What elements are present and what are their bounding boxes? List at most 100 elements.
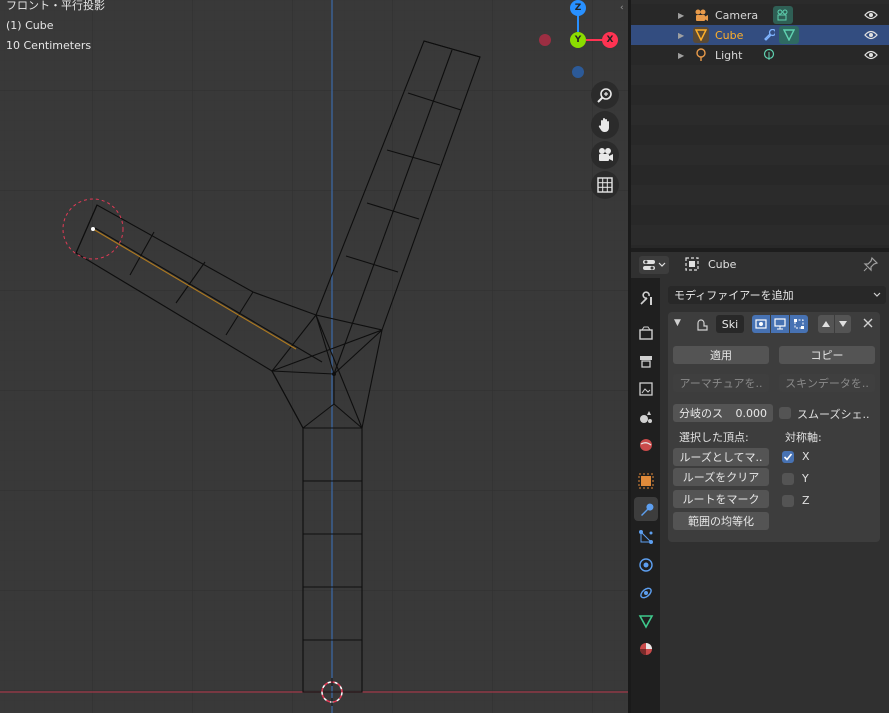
3d-viewport[interactable]: フロント・平行投影 (1) Cube 10 Centimeters Z Y X	[0, 0, 628, 713]
light-icon	[693, 47, 709, 63]
mesh-object-icon	[693, 27, 709, 43]
tab-view-layer[interactable]	[634, 377, 658, 401]
render-toggle[interactable]	[790, 315, 808, 333]
visibility-eye-icon[interactable]	[863, 7, 879, 23]
symmetry-y-label: Y	[802, 472, 809, 485]
outliner[interactable]: ▶ Camera ▶ Cube ▶ Light	[631, 0, 889, 248]
smooth-shading-label: スムーズシェ..	[797, 408, 870, 421]
outliner-item-cube[interactable]: ▶ Cube	[631, 25, 889, 45]
grid-icon	[597, 177, 613, 193]
mark-root-button[interactable]: ルートをマーク	[673, 490, 769, 508]
tab-tool[interactable]	[634, 287, 658, 311]
equalize-radii-button[interactable]: 範囲の均等化	[673, 512, 769, 530]
symmetry-x-checkbox[interactable]	[782, 451, 794, 463]
active-object-label: (1) Cube	[6, 19, 54, 32]
ortho-toggle-button[interactable]	[591, 171, 619, 199]
camera-view-button[interactable]	[591, 141, 619, 169]
camera-icon	[693, 7, 709, 23]
expand-arrow-icon[interactable]: ▶	[678, 51, 684, 60]
viewport-scene[interactable]	[0, 0, 628, 713]
tab-material[interactable]	[634, 637, 658, 661]
scale-label: 10 Centimeters	[6, 39, 92, 52]
world-icon	[640, 439, 652, 451]
object-name: Cube	[708, 258, 737, 271]
tab-render[interactable]	[634, 321, 658, 345]
viewport-toggle[interactable]	[771, 315, 789, 333]
create-skin-data-button[interactable]: スキンデータを..	[779, 374, 875, 392]
smooth-shading-checkbox[interactable]	[779, 407, 791, 419]
tab-particles[interactable]	[634, 525, 658, 549]
tool-icon	[640, 291, 652, 305]
material-icon	[640, 643, 652, 655]
gizmo-neg-x-axis[interactable]	[539, 34, 551, 46]
particles-icon	[639, 530, 653, 544]
gizmo-neg-z-axis[interactable]	[572, 66, 584, 78]
branch-smoothing-field[interactable]: 分岐のス 0.000	[673, 404, 773, 422]
gizmo-y-axis[interactable]: Y	[570, 32, 586, 48]
gizmo-x-axis[interactable]: X	[602, 32, 618, 48]
move-down-button[interactable]	[835, 315, 851, 333]
pan-button[interactable]	[591, 111, 619, 139]
tab-output[interactable]	[634, 349, 658, 373]
add-modifier-dropdown[interactable]: モディファイアーを追加	[668, 286, 886, 304]
mark-loose-button[interactable]: ルーズとしてマ..	[673, 448, 769, 466]
tab-physics[interactable]	[634, 553, 658, 577]
sidebar-toggle-icon[interactable]: ‹	[620, 3, 628, 19]
remove-modifier-button[interactable]	[862, 317, 874, 332]
collapse-arrow-icon[interactable]: ▼	[674, 318, 681, 328]
gizmo-z-axis[interactable]: Z	[570, 0, 586, 16]
selected-vertices-label: 選択した頂点:	[679, 431, 749, 444]
symmetry-z-checkbox[interactable]	[782, 495, 794, 507]
outliner-item-camera[interactable]: ▶ Camera	[631, 5, 889, 25]
create-armature-button[interactable]: アーマチュアを..	[673, 374, 769, 392]
tab-modifiers[interactable]	[634, 497, 658, 521]
symmetry-x-label: X	[802, 450, 810, 463]
clear-loose-button[interactable]: ルーズをクリア	[673, 468, 769, 486]
chevron-down-icon	[872, 287, 882, 304]
pin-icon[interactable]	[863, 256, 879, 275]
wrench-icon[interactable]	[761, 26, 777, 44]
light-data-icon[interactable]	[759, 46, 779, 64]
camera-icon	[599, 148, 613, 161]
move-up-button[interactable]	[818, 315, 834, 333]
selected-vertex[interactable]	[91, 227, 95, 231]
camera-data-icon[interactable]	[773, 6, 793, 24]
object-icon	[638, 473, 654, 489]
modifier-name-field[interactable]: Ski	[716, 315, 744, 333]
checkmark-icon	[783, 453, 793, 461]
tab-world[interactable]	[634, 433, 658, 457]
tab-constraints[interactable]	[634, 581, 658, 605]
outliner-item-label[interactable]: Cube	[715, 29, 743, 42]
close-icon	[863, 318, 873, 328]
expand-arrow-icon[interactable]: ▶	[678, 31, 684, 40]
edit-mode-toggle[interactable]	[752, 315, 770, 333]
mesh-data-icon	[638, 615, 654, 629]
outliner-item-label[interactable]: Light	[715, 49, 742, 62]
mesh-data-icon[interactable]	[779, 26, 799, 44]
tab-data[interactable]	[634, 609, 658, 633]
modifier-properties: モディファイアーを追加 ▼ Ski 適用 コピー アーマチュアを.. スキンデー…	[660, 278, 889, 713]
skin-modifier-icon	[694, 316, 710, 335]
apply-button[interactable]: 適用	[673, 346, 769, 364]
tab-object[interactable]	[634, 469, 658, 493]
outliner-item-light[interactable]: ▶ Light	[631, 45, 889, 65]
editor-type-dropdown[interactable]	[639, 256, 669, 274]
symmetry-z-label: Z	[802, 494, 810, 507]
tab-scene[interactable]	[634, 405, 658, 429]
properties-editor-icon	[643, 260, 666, 270]
view-name: フロント・平行投影	[6, 0, 105, 12]
expand-arrow-icon[interactable]: ▶	[678, 11, 684, 20]
zoom-button[interactable]	[591, 81, 619, 109]
branch-smoothing-value: 0.000	[735, 406, 768, 420]
add-modifier-label: モディファイアーを追加	[674, 289, 794, 302]
object-data-icon	[685, 257, 699, 274]
copy-button[interactable]: コピー	[779, 346, 875, 364]
symmetry-y-checkbox[interactable]	[782, 473, 794, 485]
properties-header: Cube	[631, 252, 889, 278]
monitor-icon	[774, 318, 786, 330]
visibility-eye-icon[interactable]	[863, 27, 879, 43]
junction-vertex[interactable]	[332, 372, 336, 376]
outliner-item-label[interactable]: Camera	[715, 9, 758, 22]
visibility-eye-icon[interactable]	[863, 47, 879, 63]
output-icon	[640, 356, 652, 368]
